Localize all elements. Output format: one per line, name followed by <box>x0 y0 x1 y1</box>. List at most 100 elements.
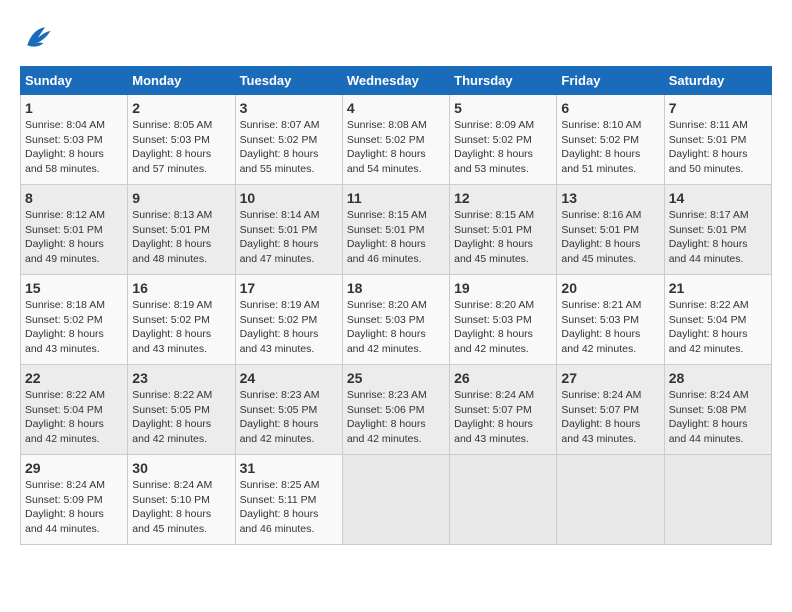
calendar-cell: 5 Sunrise: 8:09 AMSunset: 5:02 PMDayligh… <box>450 95 557 185</box>
calendar-cell: 20 Sunrise: 8:21 AMSunset: 5:03 PMDaylig… <box>557 275 664 365</box>
day-info: Sunrise: 8:24 AMSunset: 5:09 PMDaylight:… <box>25 478 123 537</box>
day-info: Sunrise: 8:17 AMSunset: 5:01 PMDaylight:… <box>669 208 767 267</box>
calendar-cell: 23 Sunrise: 8:22 AMSunset: 5:05 PMDaylig… <box>128 365 235 455</box>
calendar-cell: 16 Sunrise: 8:19 AMSunset: 5:02 PMDaylig… <box>128 275 235 365</box>
day-info: Sunrise: 8:23 AMSunset: 5:05 PMDaylight:… <box>240 388 338 447</box>
calendar-cell: 24 Sunrise: 8:23 AMSunset: 5:05 PMDaylig… <box>235 365 342 455</box>
day-info: Sunrise: 8:16 AMSunset: 5:01 PMDaylight:… <box>561 208 659 267</box>
day-number: 15 <box>25 280 123 296</box>
calendar-week-row: 29 Sunrise: 8:24 AMSunset: 5:09 PMDaylig… <box>21 455 772 545</box>
calendar-cell <box>557 455 664 545</box>
day-info: Sunrise: 8:24 AMSunset: 5:10 PMDaylight:… <box>132 478 230 537</box>
day-number: 14 <box>669 190 767 206</box>
day-info: Sunrise: 8:19 AMSunset: 5:02 PMDaylight:… <box>132 298 230 357</box>
calendar-cell: 14 Sunrise: 8:17 AMSunset: 5:01 PMDaylig… <box>664 185 771 275</box>
calendar-cell: 21 Sunrise: 8:22 AMSunset: 5:04 PMDaylig… <box>664 275 771 365</box>
calendar-cell <box>664 455 771 545</box>
calendar-cell: 7 Sunrise: 8:11 AMSunset: 5:01 PMDayligh… <box>664 95 771 185</box>
logo-icon <box>20 20 56 56</box>
day-number: 3 <box>240 100 338 116</box>
header-sunday: Sunday <box>21 67 128 95</box>
day-number: 8 <box>25 190 123 206</box>
calendar-cell: 17 Sunrise: 8:19 AMSunset: 5:02 PMDaylig… <box>235 275 342 365</box>
calendar-cell: 26 Sunrise: 8:24 AMSunset: 5:07 PMDaylig… <box>450 365 557 455</box>
day-number: 6 <box>561 100 659 116</box>
day-number: 9 <box>132 190 230 206</box>
header-thursday: Thursday <box>450 67 557 95</box>
day-info: Sunrise: 8:05 AMSunset: 5:03 PMDaylight:… <box>132 118 230 177</box>
calendar-cell: 31 Sunrise: 8:25 AMSunset: 5:11 PMDaylig… <box>235 455 342 545</box>
header-wednesday: Wednesday <box>342 67 449 95</box>
day-number: 29 <box>25 460 123 476</box>
day-number: 26 <box>454 370 552 386</box>
calendar-cell: 22 Sunrise: 8:22 AMSunset: 5:04 PMDaylig… <box>21 365 128 455</box>
day-info: Sunrise: 8:07 AMSunset: 5:02 PMDaylight:… <box>240 118 338 177</box>
day-info: Sunrise: 8:22 AMSunset: 5:05 PMDaylight:… <box>132 388 230 447</box>
day-number: 13 <box>561 190 659 206</box>
day-number: 24 <box>240 370 338 386</box>
day-info: Sunrise: 8:23 AMSunset: 5:06 PMDaylight:… <box>347 388 445 447</box>
calendar-week-row: 8 Sunrise: 8:12 AMSunset: 5:01 PMDayligh… <box>21 185 772 275</box>
calendar-cell: 9 Sunrise: 8:13 AMSunset: 5:01 PMDayligh… <box>128 185 235 275</box>
calendar-week-row: 15 Sunrise: 8:18 AMSunset: 5:02 PMDaylig… <box>21 275 772 365</box>
day-info: Sunrise: 8:11 AMSunset: 5:01 PMDaylight:… <box>669 118 767 177</box>
calendar-cell: 6 Sunrise: 8:10 AMSunset: 5:02 PMDayligh… <box>557 95 664 185</box>
day-info: Sunrise: 8:22 AMSunset: 5:04 PMDaylight:… <box>25 388 123 447</box>
day-number: 21 <box>669 280 767 296</box>
calendar-header-row: SundayMondayTuesdayWednesdayThursdayFrid… <box>21 67 772 95</box>
day-info: Sunrise: 8:15 AMSunset: 5:01 PMDaylight:… <box>454 208 552 267</box>
calendar-cell: 3 Sunrise: 8:07 AMSunset: 5:02 PMDayligh… <box>235 95 342 185</box>
calendar-table: SundayMondayTuesdayWednesdayThursdayFrid… <box>20 66 772 545</box>
day-info: Sunrise: 8:08 AMSunset: 5:02 PMDaylight:… <box>347 118 445 177</box>
calendar-cell: 19 Sunrise: 8:20 AMSunset: 5:03 PMDaylig… <box>450 275 557 365</box>
day-info: Sunrise: 8:13 AMSunset: 5:01 PMDaylight:… <box>132 208 230 267</box>
day-number: 20 <box>561 280 659 296</box>
day-info: Sunrise: 8:15 AMSunset: 5:01 PMDaylight:… <box>347 208 445 267</box>
day-number: 10 <box>240 190 338 206</box>
day-info: Sunrise: 8:18 AMSunset: 5:02 PMDaylight:… <box>25 298 123 357</box>
day-number: 17 <box>240 280 338 296</box>
day-number: 11 <box>347 190 445 206</box>
day-number: 19 <box>454 280 552 296</box>
header-tuesday: Tuesday <box>235 67 342 95</box>
calendar-cell <box>342 455 449 545</box>
calendar-cell: 25 Sunrise: 8:23 AMSunset: 5:06 PMDaylig… <box>342 365 449 455</box>
day-number: 18 <box>347 280 445 296</box>
day-number: 5 <box>454 100 552 116</box>
day-info: Sunrise: 8:19 AMSunset: 5:02 PMDaylight:… <box>240 298 338 357</box>
calendar-cell: 28 Sunrise: 8:24 AMSunset: 5:08 PMDaylig… <box>664 365 771 455</box>
calendar-cell: 29 Sunrise: 8:24 AMSunset: 5:09 PMDaylig… <box>21 455 128 545</box>
day-info: Sunrise: 8:10 AMSunset: 5:02 PMDaylight:… <box>561 118 659 177</box>
calendar-cell: 15 Sunrise: 8:18 AMSunset: 5:02 PMDaylig… <box>21 275 128 365</box>
day-number: 7 <box>669 100 767 116</box>
calendar-cell: 10 Sunrise: 8:14 AMSunset: 5:01 PMDaylig… <box>235 185 342 275</box>
day-number: 4 <box>347 100 445 116</box>
calendar-cell: 27 Sunrise: 8:24 AMSunset: 5:07 PMDaylig… <box>557 365 664 455</box>
calendar-cell: 11 Sunrise: 8:15 AMSunset: 5:01 PMDaylig… <box>342 185 449 275</box>
day-number: 30 <box>132 460 230 476</box>
calendar-cell: 18 Sunrise: 8:20 AMSunset: 5:03 PMDaylig… <box>342 275 449 365</box>
day-info: Sunrise: 8:22 AMSunset: 5:04 PMDaylight:… <box>669 298 767 357</box>
calendar-cell: 30 Sunrise: 8:24 AMSunset: 5:10 PMDaylig… <box>128 455 235 545</box>
day-number: 31 <box>240 460 338 476</box>
day-info: Sunrise: 8:21 AMSunset: 5:03 PMDaylight:… <box>561 298 659 357</box>
day-info: Sunrise: 8:20 AMSunset: 5:03 PMDaylight:… <box>454 298 552 357</box>
calendar-cell <box>450 455 557 545</box>
day-number: 27 <box>561 370 659 386</box>
calendar-cell: 4 Sunrise: 8:08 AMSunset: 5:02 PMDayligh… <box>342 95 449 185</box>
calendar-week-row: 22 Sunrise: 8:22 AMSunset: 5:04 PMDaylig… <box>21 365 772 455</box>
header-monday: Monday <box>128 67 235 95</box>
day-info: Sunrise: 8:04 AMSunset: 5:03 PMDaylight:… <box>25 118 123 177</box>
day-number: 16 <box>132 280 230 296</box>
header-friday: Friday <box>557 67 664 95</box>
page-header <box>20 20 772 56</box>
day-number: 22 <box>25 370 123 386</box>
day-info: Sunrise: 8:20 AMSunset: 5:03 PMDaylight:… <box>347 298 445 357</box>
day-info: Sunrise: 8:24 AMSunset: 5:07 PMDaylight:… <box>454 388 552 447</box>
day-number: 23 <box>132 370 230 386</box>
day-number: 28 <box>669 370 767 386</box>
logo <box>20 20 60 56</box>
day-info: Sunrise: 8:12 AMSunset: 5:01 PMDaylight:… <box>25 208 123 267</box>
day-info: Sunrise: 8:14 AMSunset: 5:01 PMDaylight:… <box>240 208 338 267</box>
calendar-week-row: 1 Sunrise: 8:04 AMSunset: 5:03 PMDayligh… <box>21 95 772 185</box>
